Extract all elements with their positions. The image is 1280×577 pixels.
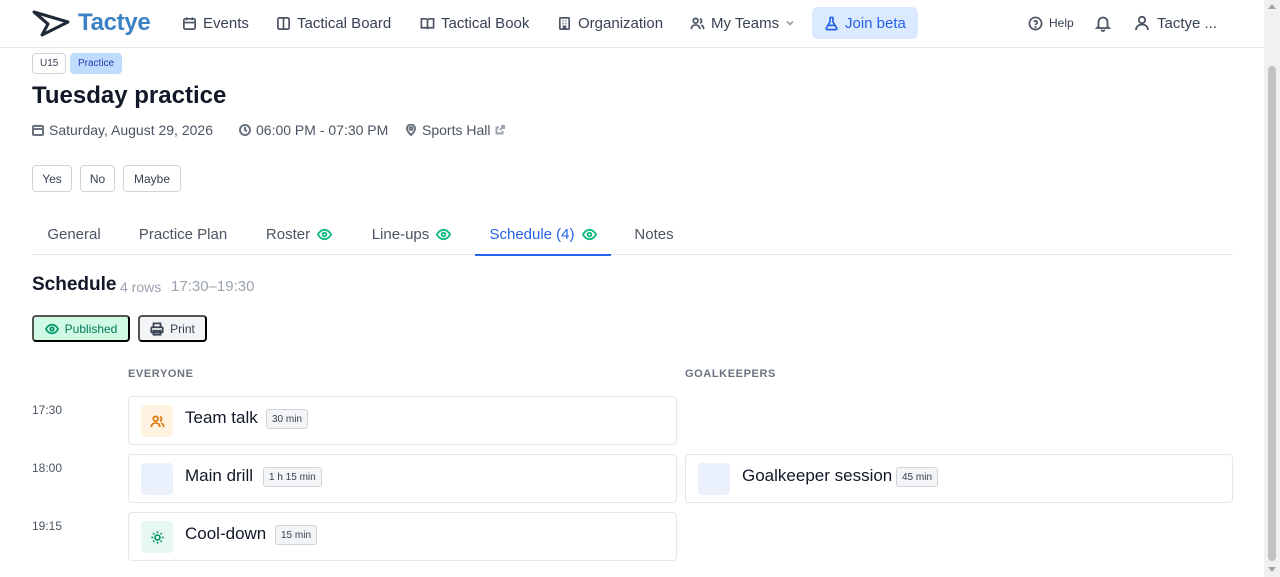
- help-circle-icon: [1028, 16, 1043, 30]
- time-label: 17:30: [32, 403, 63, 417]
- block-icon-placeholder: [141, 463, 173, 495]
- join-beta-button[interactable]: Join beta: [812, 7, 918, 39]
- eye-icon: [317, 228, 333, 241]
- calendar-icon: [32, 124, 44, 136]
- schedule-row-count: 4 rows: [120, 279, 162, 295]
- external-link-icon[interactable]: [495, 125, 506, 135]
- users-icon: [150, 415, 164, 427]
- schedule-time-range: 17:30–19:30: [171, 278, 255, 295]
- scrollbar-thumb[interactable]: [1268, 66, 1276, 561]
- column-header-goalkeepers: GOALKEEPERS: [685, 368, 776, 380]
- notifications-button[interactable]: [1094, 8, 1112, 38]
- user-name: Tactye ...: [1157, 14, 1218, 32]
- event-date: Saturday, August 29, 2026: [32, 121, 213, 139]
- printer-icon: [150, 321, 164, 336]
- bell-icon: [1094, 16, 1112, 32]
- block-name: Goalkeeper session: [742, 466, 893, 485]
- nav-tactical-board-label: Tactical Board: [297, 14, 392, 32]
- event-location[interactable]: Sports Hall: [405, 121, 506, 139]
- published-toggle-button[interactable]: Published: [32, 315, 130, 342]
- schedule-block-main-drill[interactable]: Main drill 1 h 15 min: [128, 454, 677, 503]
- nav-my-teams-label: My Teams: [711, 14, 780, 32]
- schedule-heading: Schedule: [32, 274, 117, 295]
- duration-badge: 45 min: [896, 467, 939, 487]
- eye-icon: [436, 228, 452, 241]
- building-icon: [558, 16, 571, 30]
- time-label: 18:00: [32, 461, 63, 475]
- nav-organization-label: Organization: [578, 14, 664, 32]
- schedule-block-cool-down[interactable]: Cool-down 15 min: [128, 512, 677, 561]
- print-button[interactable]: Print: [138, 315, 207, 342]
- tab-roster-label: Roster: [265, 226, 311, 243]
- nav-events[interactable]: Events: [182, 8, 249, 38]
- page-title: Tuesday practice: [32, 82, 227, 109]
- tab-roster[interactable]: Roster: [250, 214, 348, 255]
- help-label: Help: [1049, 16, 1074, 30]
- brand-logo[interactable]: Tactye: [32, 8, 151, 38]
- rsvp-no-button[interactable]: No: [80, 165, 115, 192]
- user-icon: [1135, 15, 1149, 31]
- calendar-icon: [183, 16, 196, 30]
- block-icon-placeholder: [698, 463, 730, 495]
- tab-line-ups-label: Line-ups: [371, 226, 430, 243]
- clock-icon: [239, 124, 251, 136]
- chevron-down-icon: [786, 20, 794, 26]
- event-tabs: General Practice Plan Roster Line-ups Sc…: [32, 214, 1233, 256]
- tab-practice-plan-label: Practice Plan: [138, 226, 228, 243]
- event-type-badge: Practice: [70, 53, 123, 74]
- board-icon: [277, 16, 290, 30]
- tab-general[interactable]: General: [32, 214, 116, 255]
- eye-icon: [581, 228, 597, 240]
- age-group-badge: U15: [32, 53, 67, 74]
- tab-line-ups[interactable]: Line-ups: [356, 214, 467, 255]
- nav-events-label: Events: [203, 14, 249, 32]
- tab-notes-label: Notes: [634, 226, 674, 243]
- tab-notes[interactable]: Notes: [619, 214, 689, 255]
- eye-icon: [44, 323, 59, 334]
- book-icon: [420, 17, 435, 29]
- event-date-text: Saturday, August 29, 2026: [49, 122, 213, 138]
- nav-tactical-board[interactable]: Tactical Board: [276, 8, 391, 38]
- schedule-block-goalkeeper-session[interactable]: Goalkeeper session 45 min: [685, 454, 1233, 503]
- event-location-text[interactable]: Sports Hall: [422, 122, 490, 138]
- nav-organization[interactable]: Organization: [557, 8, 663, 38]
- block-name: Cool-down: [185, 524, 267, 543]
- users-icon: [690, 17, 705, 29]
- scroll-down-arrow[interactable]: [1268, 567, 1276, 572]
- sun-icon: [150, 530, 164, 544]
- rsvp-yes-button[interactable]: Yes: [32, 165, 72, 192]
- map-pin-icon: [405, 124, 417, 136]
- schedule-block-team-talk[interactable]: Team talk 30 min: [128, 396, 677, 445]
- top-nav: Tactye Events Tactical Board Tactical Bo…: [0, 0, 1264, 48]
- brand-name: Tactye: [78, 9, 151, 36]
- duration-badge: 1 h 15 min: [263, 467, 322, 487]
- rsvp-maybe-button[interactable]: Maybe: [123, 165, 181, 192]
- block-icon: [141, 405, 173, 437]
- tab-practice-plan[interactable]: Practice Plan: [124, 214, 242, 255]
- logo-mark-icon: [32, 10, 70, 37]
- flask-icon: [825, 16, 838, 30]
- duration-badge: 30 min: [266, 409, 309, 429]
- event-time-text: 06:00 PM - 07:30 PM: [256, 122, 389, 138]
- user-menu[interactable]: Tactye ...: [1133, 8, 1217, 38]
- duration-badge: 15 min: [275, 525, 318, 545]
- tab-schedule-label: Schedule (4): [489, 225, 575, 243]
- join-beta-label: Join beta: [845, 14, 906, 32]
- event-time: 06:00 PM - 07:30 PM: [239, 121, 388, 139]
- published-label: Published: [64, 321, 118, 336]
- tab-schedule[interactable]: Schedule (4): [475, 214, 611, 256]
- column-header-everyone: EVERYONE: [128, 368, 194, 380]
- print-label: Print: [170, 321, 195, 336]
- block-name: Main drill: [185, 466, 254, 485]
- scroll-up-arrow[interactable]: [1268, 4, 1276, 9]
- time-label: 19:15: [32, 519, 63, 533]
- tab-general-label: General: [47, 226, 101, 243]
- block-name: Team talk: [185, 408, 258, 427]
- nav-tactical-book[interactable]: Tactical Book: [420, 8, 529, 38]
- nav-my-teams[interactable]: My Teams: [690, 8, 795, 38]
- help-button[interactable]: Help: [1028, 8, 1074, 38]
- block-icon: [141, 521, 173, 553]
- nav-tactical-book-label: Tactical Book: [441, 14, 530, 32]
